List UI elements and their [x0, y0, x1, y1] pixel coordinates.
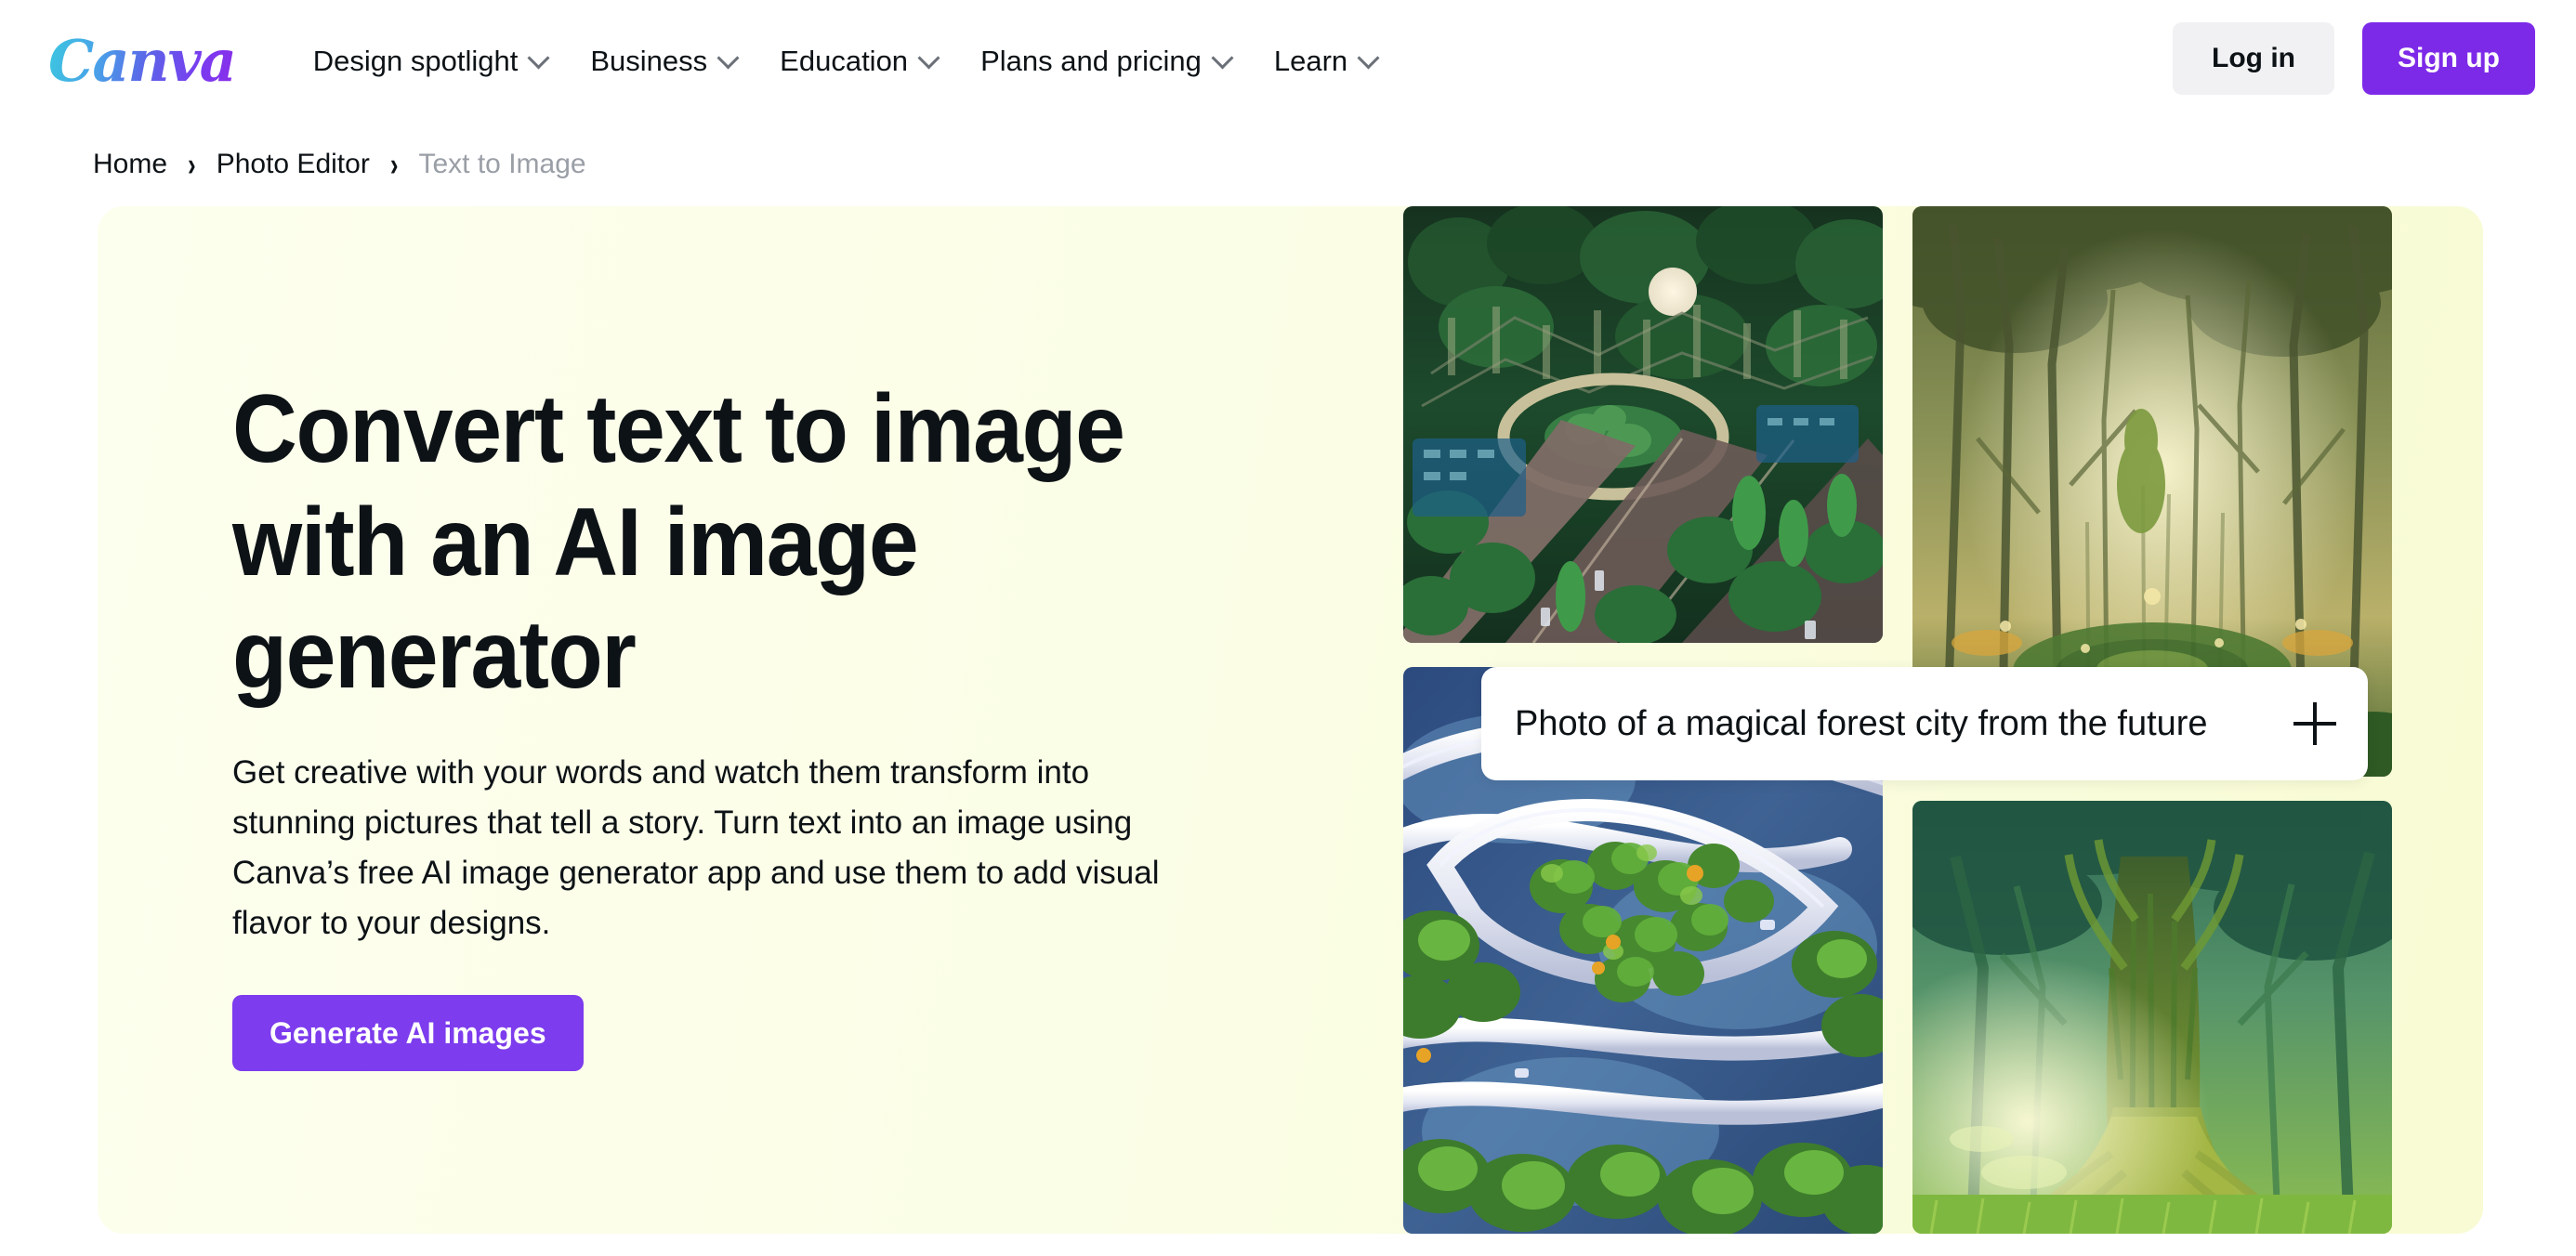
nav-item-design-spotlight[interactable]: Design spotlight: [293, 32, 571, 91]
chevron-down-icon: [529, 48, 549, 69]
breadcrumb-item-photo-editor[interactable]: Photo Editor: [217, 149, 370, 180]
main-nav: Design spotlight Business Education Plan…: [293, 32, 1400, 91]
breadcrumb-item-text-to-image: Text to Image: [418, 149, 586, 179]
breadcrumb: Home › Photo Editor › Text to Image: [0, 123, 2576, 206]
sign-up-button[interactable]: Sign up: [2362, 22, 2535, 95]
breadcrumb-item-home[interactable]: Home: [93, 149, 167, 180]
header-actions: Log in Sign up: [2173, 22, 2535, 95]
page-bottom-spacer: [0, 1234, 2576, 1256]
chevron-down-icon: [1359, 48, 1379, 69]
prompt-input-value[interactable]: Photo of a magical forest city from the …: [1515, 704, 2275, 744]
plus-icon[interactable]: [2293, 702, 2336, 745]
nav-item-learn[interactable]: Learn: [1254, 32, 1400, 91]
nav-item-label: Education: [780, 45, 909, 77]
giant-mossy-tree-art: [1912, 801, 2392, 1234]
nav-item-plans-and-pricing[interactable]: Plans and pricing: [960, 32, 1254, 91]
breadcrumb-separator-icon: ›: [389, 145, 399, 183]
nav-item-label: Plans and pricing: [980, 45, 1202, 77]
prompt-input-card[interactable]: Photo of a magical forest city from the …: [1481, 667, 2368, 780]
nav-item-label: Business: [590, 45, 708, 77]
chevron-down-icon: [919, 48, 940, 69]
gallery-image-giant-mossy-tree[interactable]: [1912, 801, 2392, 1234]
chevron-down-icon: [718, 48, 739, 69]
nav-item-label: Design spotlight: [312, 45, 519, 77]
top-navigation-bar: Canva Design spotlight Business Educatio…: [0, 0, 2576, 123]
nav-item-education[interactable]: Education: [759, 32, 960, 91]
chevron-down-icon: [1213, 48, 1233, 69]
hero-section: Convert text to image with an AI image g…: [98, 206, 2483, 1234]
gallery-image-futuristic-green-city[interactable]: [1403, 206, 1883, 643]
breadcrumb-separator-icon: ›: [188, 145, 196, 183]
futuristic-green-city-art: [1403, 206, 1883, 643]
nav-item-business[interactable]: Business: [570, 32, 759, 91]
log-in-button[interactable]: Log in: [2173, 22, 2335, 95]
nav-item-label: Learn: [1273, 45, 1348, 77]
canva-logo[interactable]: Canva: [48, 33, 241, 90]
